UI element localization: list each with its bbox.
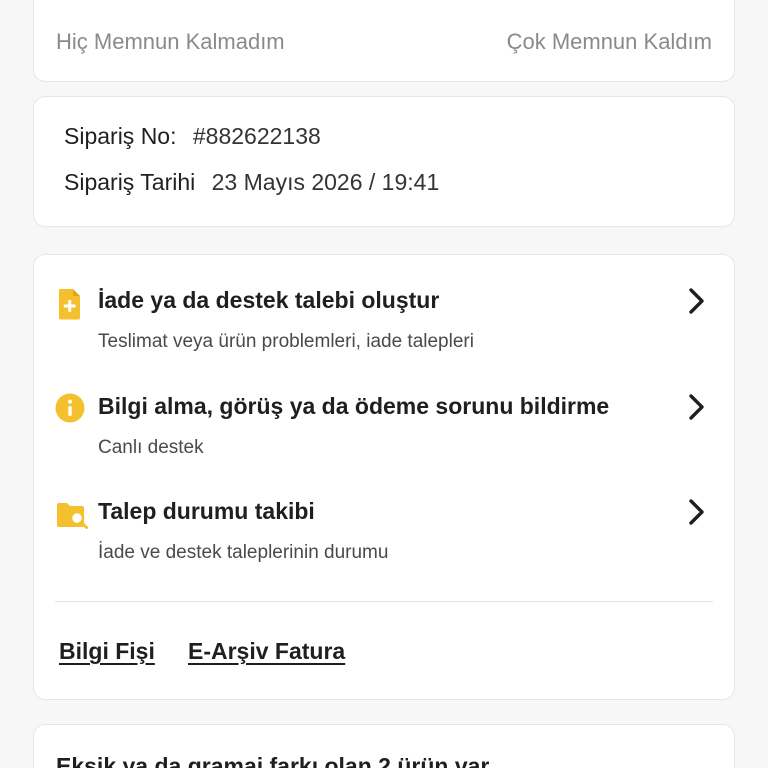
info-receipt-link[interactable]: Bilgi Fişi: [59, 638, 155, 665]
action-title: Bilgi alma, görüş ya da ödeme sorunu bil…: [98, 393, 610, 419]
request-status-action[interactable]: Talep durumu takibi İade ve destek talep…: [34, 498, 734, 588]
order-number-value: #882622138: [192, 123, 321, 149]
action-title: Talep durumu takibi: [98, 498, 315, 524]
order-date-value: 23 Mayıs 2026 / 19:41: [211, 169, 440, 195]
info-icon: [55, 393, 85, 427]
star-rating[interactable]: [34, 0, 734, 9]
folder-search-icon: [55, 498, 88, 532]
order-detail-page: Hiç Memnun Kalmadım Çok Memnun Kaldım Si…: [0, 0, 768, 768]
missing-items-title: Eksik ya da gramaj farkı olan 2 ürün var: [56, 753, 490, 768]
order-number-label: Sipariş No:: [64, 123, 177, 149]
divider: [55, 601, 713, 602]
order-date-row: Sipariş Tarihi 23 Mayıs 2026 / 19:41: [64, 169, 439, 196]
order-info-card: Sipariş No: #882622138 Sipariş Tarihi 23…: [33, 96, 735, 227]
order-date-label: Sipariş Tarihi: [64, 169, 196, 195]
action-subtitle: Canlı destek: [98, 437, 204, 458]
missing-items-card[interactable]: Eksik ya da gramaj farkı olan 2 ürün var: [33, 724, 735, 768]
chevron-right-icon: [686, 391, 708, 423]
document-plus-icon: [55, 287, 85, 321]
order-number-row: Sipariş No: #882622138: [64, 123, 321, 150]
e-archive-invoice-link[interactable]: E-Arşiv Fatura: [188, 638, 345, 665]
rating-high-label: Çok Memnun Kaldım: [506, 29, 712, 54]
info-feedback-action[interactable]: Bilgi alma, görüş ya da ödeme sorunu bil…: [34, 393, 734, 483]
action-subtitle: İade ve destek taleplerinin durumu: [98, 542, 389, 563]
action-subtitle: Teslimat veya ürün problemleri, iade tal…: [98, 331, 474, 352]
chevron-right-icon: [686, 285, 708, 317]
rating-card: Hiç Memnun Kalmadım Çok Memnun Kaldım: [33, 0, 735, 82]
chevron-right-icon: [686, 496, 708, 528]
create-return-request-action[interactable]: İade ya da destek talebi oluştur Teslima…: [34, 287, 734, 377]
action-title: İade ya da destek talebi oluştur: [98, 287, 440, 313]
support-card: İade ya da destek talebi oluştur Teslima…: [33, 254, 735, 700]
rating-low-label: Hiç Memnun Kalmadım: [56, 29, 285, 54]
